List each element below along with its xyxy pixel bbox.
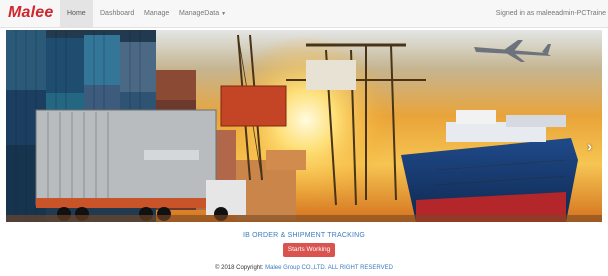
caret-down-icon: ▼: [221, 11, 227, 17]
hero-image: [6, 30, 602, 222]
tracking-title: IB ORDER & SHIPMENT TRACKING: [242, 232, 366, 239]
footer-company-link[interactable]: Malee Group CO.,LTD. ALL RIGHT RESERVED: [265, 265, 393, 271]
nav-home[interactable]: Home: [60, 0, 93, 27]
navbar: Malee Home Dashboard Manage ManageData ▼ …: [0, 0, 608, 28]
footer: © 2018 Copyright: Malee Group CO.,LTD. A…: [0, 265, 608, 271]
nav-manage[interactable]: Manage: [137, 0, 176, 27]
signed-in-user: Signed in as maleeadmin-PCTraine: [495, 10, 606, 17]
nav-managedata-dropdown[interactable]: ManageData ▼: [172, 0, 233, 27]
hero-carousel: ›: [6, 30, 602, 222]
start-working-button[interactable]: Starts Working: [283, 243, 335, 257]
brand-logo[interactable]: Malee: [8, 4, 53, 22]
footer-copyright: © 2018 Copyright:: [215, 265, 264, 271]
nav-dashboard-label: Dashboard: [100, 10, 135, 17]
nav-home-label: Home: [67, 10, 86, 17]
carousel-next-icon[interactable]: ›: [587, 138, 592, 154]
nav-manage-label: Manage: [144, 10, 170, 17]
nav-managedata-label: ManageData: [179, 10, 220, 17]
nav-dashboard[interactable]: Dashboard: [93, 0, 141, 27]
